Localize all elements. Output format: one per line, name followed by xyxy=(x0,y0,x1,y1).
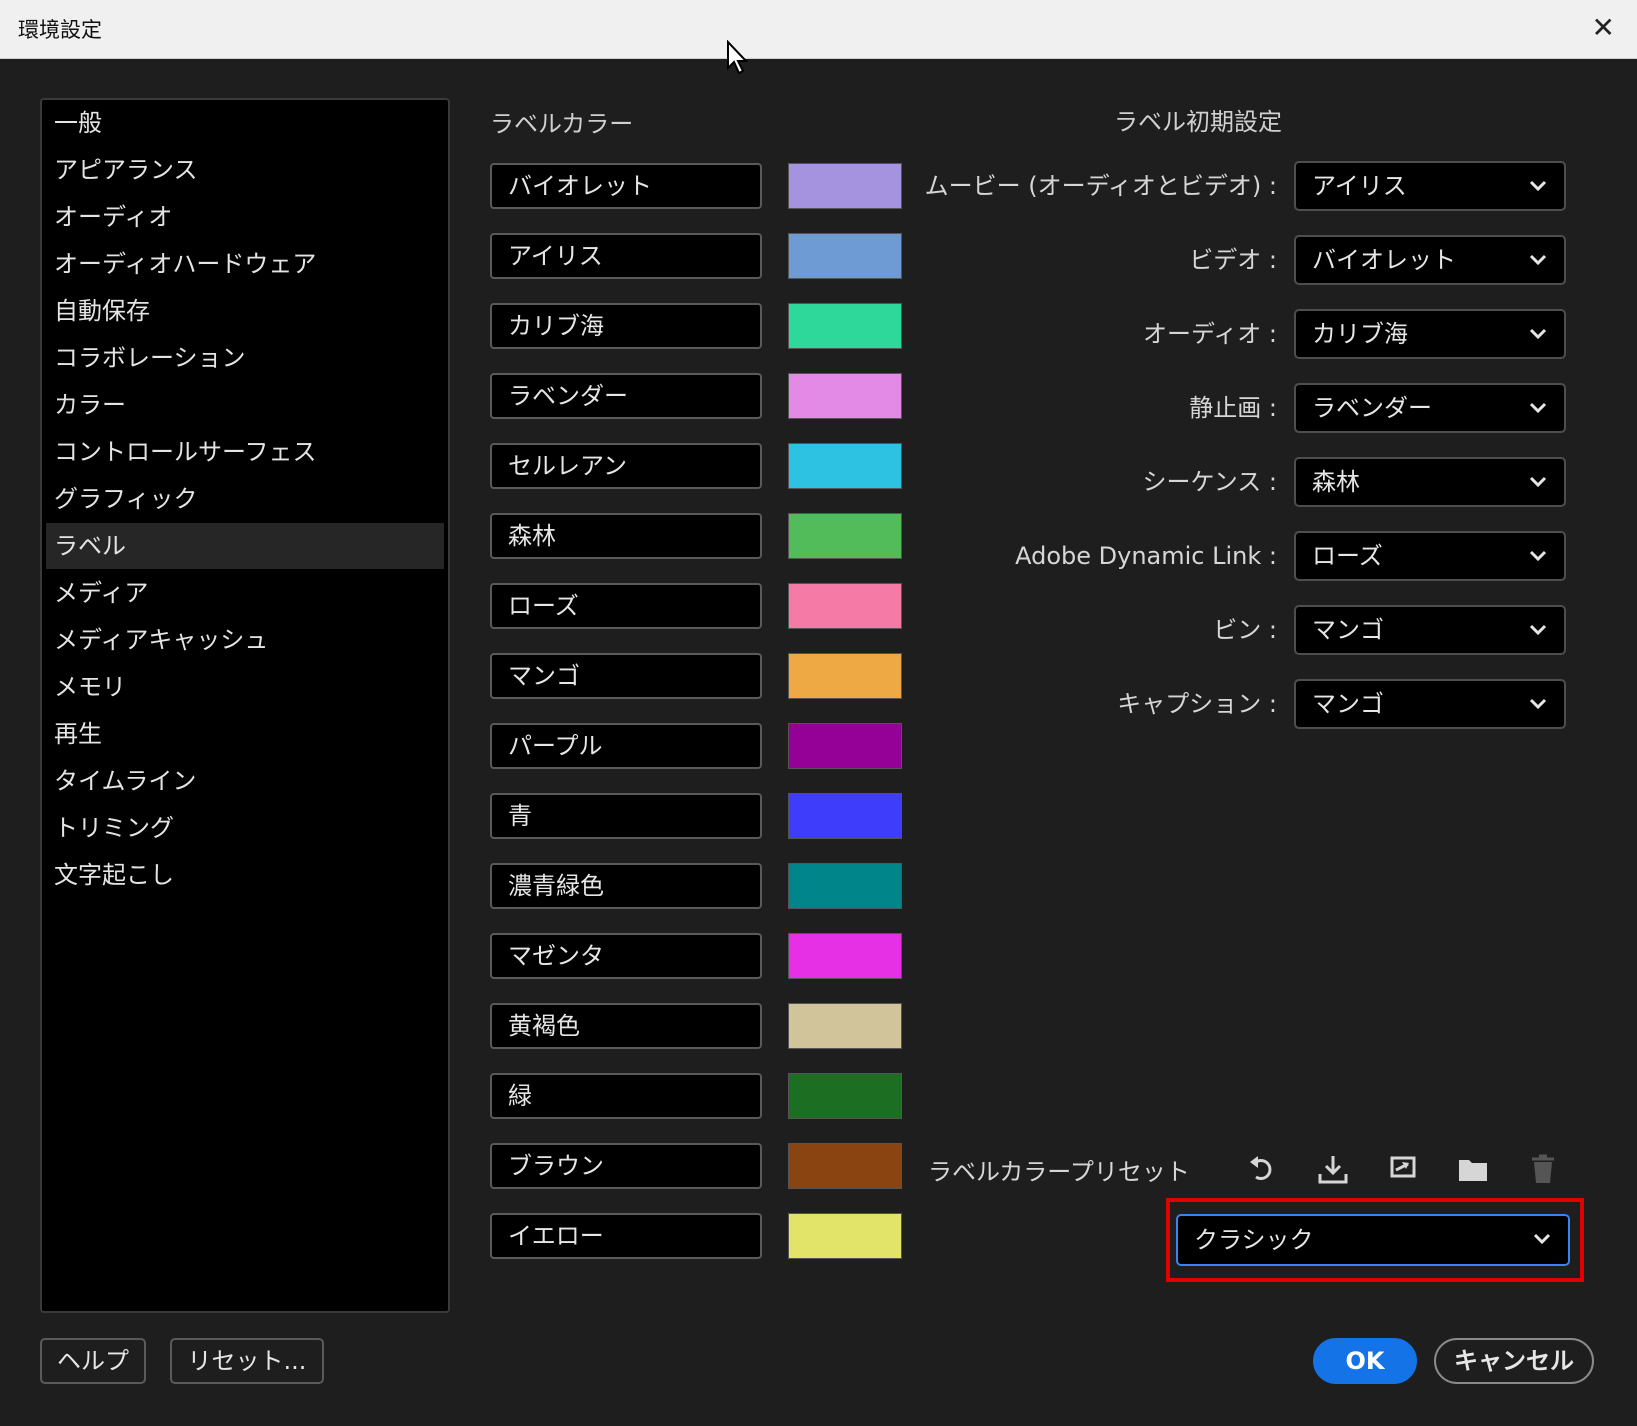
label-color-name-field[interactable]: セルレアン xyxy=(490,443,762,489)
sidebar-item-auto-save[interactable]: 自動保存 xyxy=(46,288,444,334)
default-label-audio: オーディオ : xyxy=(1142,320,1277,348)
window-title: 環境設定 xyxy=(18,18,102,42)
cancel-button[interactable]: キャンセル xyxy=(1434,1338,1594,1384)
sidebar-item-trim[interactable]: トリミング xyxy=(46,805,444,851)
default-label-bin: ビン : xyxy=(1213,616,1277,644)
label-color-name-field[interactable]: カリブ海 xyxy=(490,303,762,349)
label-color-swatch[interactable] xyxy=(788,723,902,769)
label-color-name-field[interactable]: パープル xyxy=(490,723,762,769)
label-color-name-field[interactable]: 濃青緑色 xyxy=(490,863,762,909)
label-color-name-field[interactable]: 青 xyxy=(490,793,762,839)
close-icon[interactable]: ✕ xyxy=(1592,12,1615,44)
default-dropdown-sequence[interactable]: 森林 xyxy=(1294,457,1566,507)
label-color-name-field[interactable]: マンゴ xyxy=(490,653,762,699)
label-color-name-field[interactable]: 黄褐色 xyxy=(490,1003,762,1049)
dropdown-value: マンゴ xyxy=(1312,616,1384,644)
label-color-swatch[interactable] xyxy=(788,1143,902,1189)
folder-icon[interactable] xyxy=(1456,1152,1490,1186)
dropdown-value: ローズ xyxy=(1312,542,1383,570)
chevron-down-icon xyxy=(1529,328,1547,340)
sidebar-item-labels[interactable]: ラベル xyxy=(46,523,444,569)
default-label-caption: キャプション : xyxy=(1117,690,1277,718)
label-color-swatch[interactable] xyxy=(788,1213,902,1259)
help-button[interactable]: ヘルプ xyxy=(40,1338,146,1384)
undo-icon[interactable] xyxy=(1246,1152,1280,1186)
label-color-swatch[interactable] xyxy=(788,1073,902,1119)
default-label-sequence: シーケンス : xyxy=(1142,468,1277,496)
default-label-video: ビデオ : xyxy=(1189,246,1277,274)
label-colors-title: ラベルカラー xyxy=(490,110,634,138)
sidebar-item-appearance[interactable]: アピアランス xyxy=(46,147,444,193)
label-color-swatch[interactable] xyxy=(788,863,902,909)
dropdown-value: 森林 xyxy=(1312,468,1360,496)
sidebar-item-audio[interactable]: オーディオ xyxy=(46,194,444,240)
label-color-name-field[interactable]: ブラウン xyxy=(490,1143,762,1189)
dropdown-value: バイオレット xyxy=(1312,246,1456,274)
title-bar: 環境設定 ✕ xyxy=(0,0,1637,59)
mouse-cursor-icon xyxy=(727,40,749,75)
sidebar-item-media-cache[interactable]: メディアキャッシュ xyxy=(46,617,444,663)
dropdown-value: マンゴ xyxy=(1312,690,1384,718)
chevron-down-icon xyxy=(1529,180,1547,192)
default-dropdown-caption[interactable]: マンゴ xyxy=(1294,679,1566,729)
label-color-name-field[interactable]: イエロー xyxy=(490,1213,762,1259)
default-label-movie: ムービー (オーディオとビデオ) : xyxy=(924,172,1277,200)
chevron-down-icon xyxy=(1529,476,1547,488)
label-color-name-field[interactable]: アイリス xyxy=(490,233,762,279)
default-label-dynamic-link: Adobe Dynamic Link : xyxy=(1015,542,1277,570)
default-dropdown-movie[interactable]: アイリス xyxy=(1294,161,1566,211)
dropdown-value: アイリス xyxy=(1312,172,1407,200)
dropdown-value: カリブ海 xyxy=(1312,320,1408,348)
default-dropdown-audio[interactable]: カリブ海 xyxy=(1294,309,1566,359)
label-color-name-field[interactable]: バイオレット xyxy=(490,163,762,209)
default-dropdown-bin[interactable]: マンゴ xyxy=(1294,605,1566,655)
sidebar-item-graphics[interactable]: グラフィック xyxy=(46,476,444,522)
preset-label: ラベルカラープリセット xyxy=(928,1158,1190,1186)
label-color-name-field[interactable]: 緑 xyxy=(490,1073,762,1119)
label-color-name-field[interactable]: ローズ xyxy=(490,583,762,629)
dropdown-value: クラシック xyxy=(1194,1226,1314,1254)
export-icon[interactable] xyxy=(1386,1152,1420,1186)
dropdown-value: ラベンダー xyxy=(1312,394,1432,422)
sidebar-item-transcription[interactable]: 文字起こし xyxy=(46,852,444,898)
chevron-down-icon xyxy=(1529,624,1547,636)
default-label-still: 静止画 : xyxy=(1189,394,1277,422)
sidebar-item-playback[interactable]: 再生 xyxy=(46,711,444,757)
sidebar-item-media[interactable]: メディア xyxy=(46,570,444,616)
default-dropdown-video[interactable]: バイオレット xyxy=(1294,235,1566,285)
chevron-down-icon xyxy=(1529,698,1547,710)
label-color-name-field[interactable]: ラベンダー xyxy=(490,373,762,419)
sidebar: 一般 アピアランス オーディオ オーディオハードウェア 自動保存 コラボレーショ… xyxy=(40,98,450,1313)
chevron-down-icon xyxy=(1529,254,1547,266)
sidebar-item-control-surface[interactable]: コントロールサーフェス xyxy=(46,429,444,475)
label-color-swatch[interactable] xyxy=(788,1003,902,1049)
chevron-down-icon xyxy=(1529,550,1547,562)
reset-button[interactable]: リセット... xyxy=(170,1338,324,1384)
default-dropdown-dynamic-link[interactable]: ローズ xyxy=(1294,531,1566,581)
trash-icon[interactable] xyxy=(1526,1152,1560,1186)
sidebar-item-general[interactable]: 一般 xyxy=(46,100,444,146)
default-dropdown-still[interactable]: ラベンダー xyxy=(1294,383,1566,433)
sidebar-item-collaboration[interactable]: コラボレーション xyxy=(46,335,444,381)
chevron-down-icon xyxy=(1529,402,1547,414)
sidebar-item-audio-hardware[interactable]: オーディオハードウェア xyxy=(46,241,444,287)
label-color-name-field[interactable]: 森林 xyxy=(490,513,762,559)
sidebar-item-timeline[interactable]: タイムライン xyxy=(46,758,444,804)
label-color-swatch[interactable] xyxy=(788,793,902,839)
preset-dropdown[interactable]: クラシック xyxy=(1176,1214,1570,1266)
label-defaults-title: ラベル初期設定 xyxy=(1114,108,1282,136)
label-color-name-field[interactable]: マゼンタ xyxy=(490,933,762,979)
ok-button[interactable]: OK xyxy=(1313,1338,1417,1384)
label-color-swatch[interactable] xyxy=(788,933,902,979)
import-icon[interactable] xyxy=(1316,1152,1350,1186)
chevron-down-icon xyxy=(1533,1233,1551,1245)
sidebar-item-memory[interactable]: メモリ xyxy=(46,664,444,710)
sidebar-item-color[interactable]: カラー xyxy=(46,382,444,428)
